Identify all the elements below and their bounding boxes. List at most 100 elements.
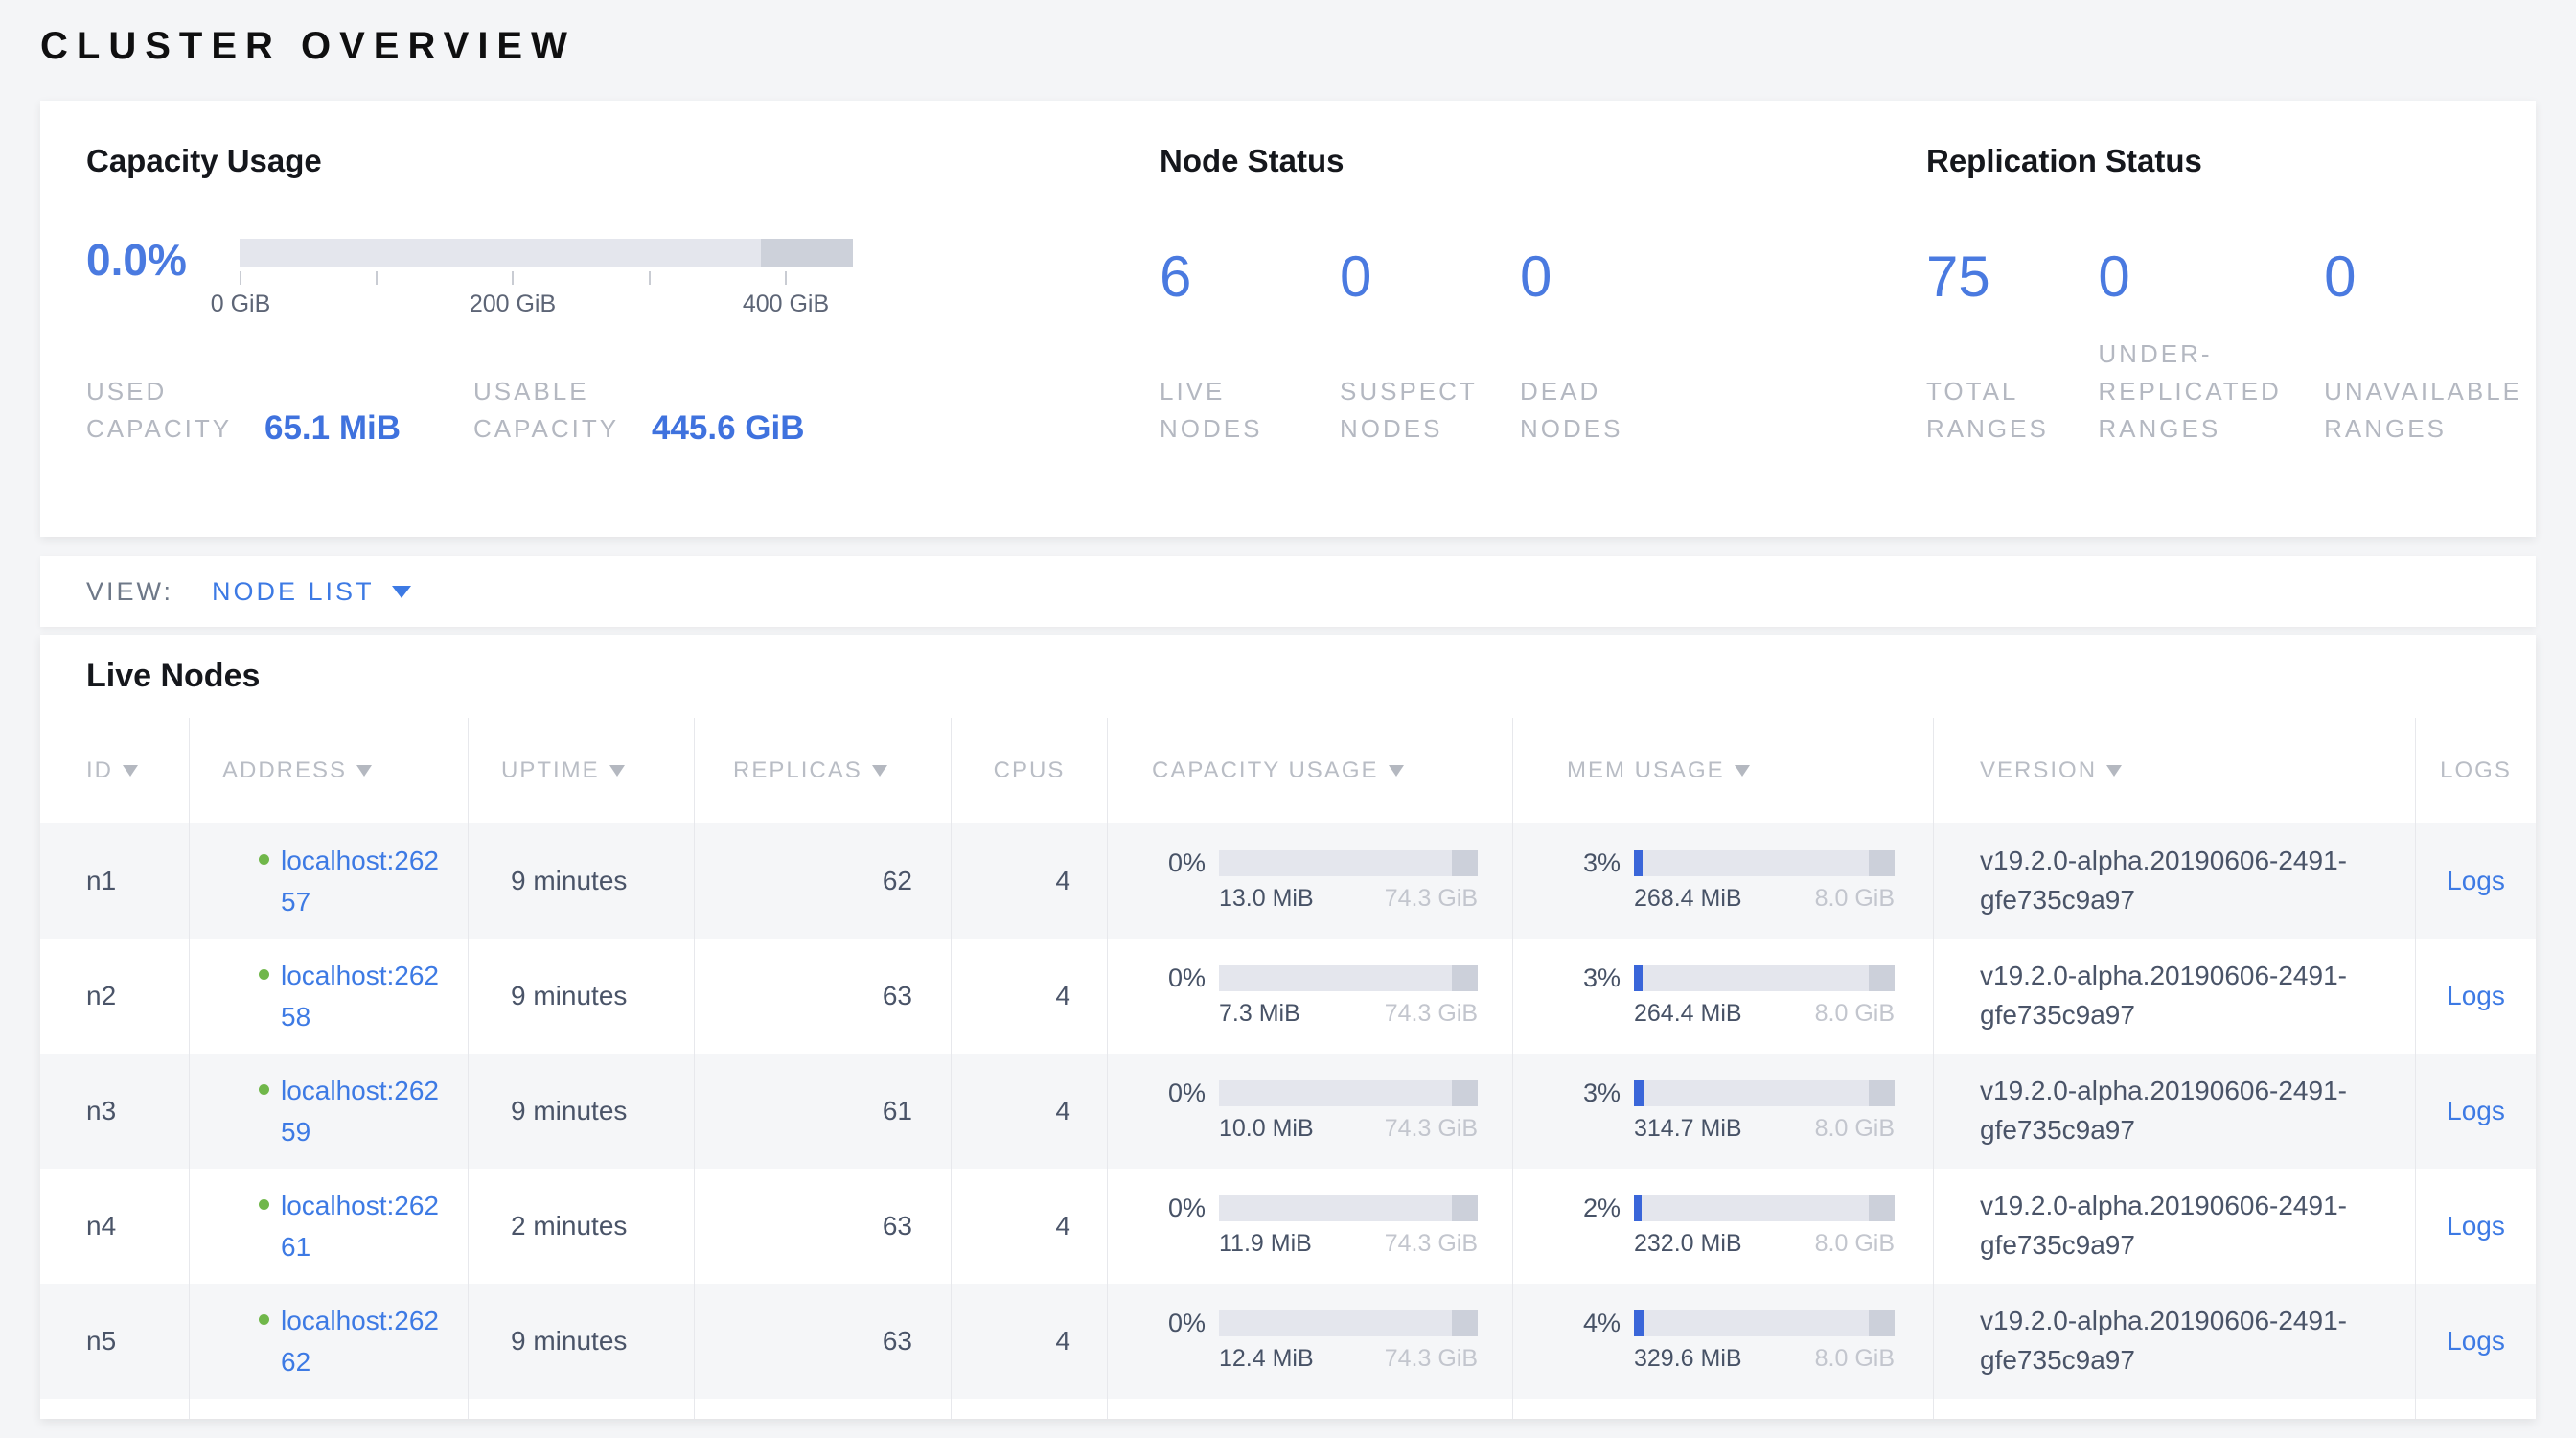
mem-bar-reserved-segment xyxy=(1869,1310,1895,1336)
node-version-cell: v19.2.0-alpha.20190606-2491-gfe735c9a97 xyxy=(1934,1054,2416,1169)
live-nodes-value: 6 xyxy=(1160,248,1294,306)
used-capacity-stat: USED CAPACITY 65.1 MiB xyxy=(86,373,401,448)
sort-arrow-icon xyxy=(123,765,138,777)
node-id: n4 xyxy=(86,1211,116,1241)
mem-percent: 4% xyxy=(1567,1310,1621,1336)
usable-capacity-label: USABLE CAPACITY xyxy=(473,373,634,448)
capacity-max-value: 74.3 GiB xyxy=(1385,885,1478,913)
mem-used-value: 314.7 MiB xyxy=(1634,1115,1742,1143)
column-header-logs: LOGS xyxy=(2416,718,2536,823)
column-header-id[interactable]: ID xyxy=(40,718,190,823)
sort-arrow-icon xyxy=(2106,765,2122,777)
node-logs-cell: Logs xyxy=(2416,823,2536,939)
capacity-usage-bar xyxy=(240,239,853,267)
node-cpus-cell: 4 xyxy=(952,823,1108,939)
capacity-bar-reserved-segment xyxy=(761,239,853,267)
capacity-bar-reserved-segment xyxy=(1452,1310,1478,1336)
sort-arrow-icon xyxy=(1389,765,1404,777)
node-uptime-cell: 2 minutes xyxy=(469,1169,695,1284)
capacity-mini-bar xyxy=(1219,1080,1478,1106)
capacity-mini-bar xyxy=(1219,965,1478,991)
column-header-capacity-usage[interactable]: CAPACITY USAGE xyxy=(1108,718,1513,823)
mem-bar-fill xyxy=(1634,1310,1644,1336)
capacity-percent: 0% xyxy=(1152,1195,1206,1221)
view-label: VIEW: xyxy=(86,577,173,607)
mem-used-value: 268.4 MiB xyxy=(1634,885,1742,913)
node-version-cell: v19.2.0-alpha.20190606-2491-gfe735c9a97 xyxy=(1934,939,2416,1054)
node-id-cell: n5 xyxy=(40,1284,190,1399)
capacity-used-value: 13.0 MiB xyxy=(1219,885,1314,913)
logs-link[interactable]: Logs xyxy=(2447,866,2505,896)
sort-arrow-icon xyxy=(356,765,372,777)
node-id-cell: n4 xyxy=(40,1169,190,1284)
live-nodes-label: LIVE NODES xyxy=(1160,373,1294,448)
mem-max-value: 8.0 GiB xyxy=(1815,885,1895,913)
node-replicas-cell: 63 xyxy=(695,1169,952,1284)
logs-link[interactable]: Logs xyxy=(2447,981,2505,1011)
table-row: n2 localhost:26258 9 minutes 63 4 0% xyxy=(40,939,2536,1054)
axis-label-400: 400 GiB xyxy=(743,290,829,318)
unavailable-ranges-label: UNAVAILABLE RANGES xyxy=(2324,373,2516,448)
capacity-bar-reserved-segment xyxy=(1452,965,1478,991)
table-row: n5 localhost:26262 9 minutes 63 4 0% xyxy=(40,1284,2536,1399)
node-id-cell: n2 xyxy=(40,939,190,1054)
column-header-uptime[interactable]: UPTIME xyxy=(469,718,695,823)
unavailable-ranges-stat: 0 UNAVAILABLE RANGES xyxy=(2324,248,2516,448)
node-address-link[interactable]: localhost:26259 xyxy=(281,1070,446,1152)
live-status-dot-icon xyxy=(259,854,269,865)
mem-usage-cell: 3% 268.4 MiB 8.0 GiB xyxy=(1513,823,1934,939)
mem-usage-cell: 2% 232.0 MiB 8.0 GiB xyxy=(1513,1169,1934,1284)
node-replicas-cell: 63 xyxy=(695,939,952,1054)
column-header-mem-usage[interactable]: MEM USAGE xyxy=(1513,718,1934,823)
column-header-cpus: CPUS xyxy=(952,718,1108,823)
node-cpus-cell: 4 xyxy=(952,939,1108,1054)
mem-max-value: 8.0 GiB xyxy=(1815,1230,1895,1258)
live-nodes-heading: Live Nodes xyxy=(40,635,2536,718)
table-row: n4 localhost:26261 2 minutes 63 4 0% xyxy=(40,1169,2536,1284)
node-address-link[interactable]: localhost:26258 xyxy=(281,955,446,1037)
dead-nodes-label: DEAD NODES xyxy=(1520,373,1654,448)
replication-status-heading: Replication Status xyxy=(1926,143,2562,179)
node-address-link[interactable]: localhost:26261 xyxy=(281,1185,446,1267)
suspect-nodes-stat: 0 SUSPECT NODES xyxy=(1340,248,1474,448)
capacity-percent: 0% xyxy=(1152,850,1206,876)
cluster-overview-page: CLUSTER OVERVIEW Capacity Usage 0.0% xyxy=(0,25,2576,1419)
capacity-used-value: 10.0 MiB xyxy=(1219,1115,1314,1143)
column-header-address[interactable]: ADDRESS xyxy=(190,718,469,823)
view-selector-dropdown[interactable]: NODE LIST xyxy=(212,577,411,607)
logs-link[interactable]: Logs xyxy=(2447,1326,2505,1357)
capacity-percent: 0% xyxy=(1152,1080,1206,1106)
column-header-replicas[interactable]: REPLICAS xyxy=(695,718,952,823)
live-status-dot-icon xyxy=(259,1084,269,1095)
capacity-usage-section: Capacity Usage 0.0% xyxy=(86,143,1160,537)
axis-label-200: 200 GiB xyxy=(470,290,556,318)
mem-percent: 3% xyxy=(1567,965,1621,991)
mem-mini-bar xyxy=(1634,1310,1895,1336)
node-address-link[interactable]: localhost:26257 xyxy=(281,840,446,922)
mem-bar-reserved-segment xyxy=(1869,1080,1895,1106)
capacity-usage-cell: 0% 7.3 MiB 74.3 GiB xyxy=(1108,939,1513,1054)
capacity-max-value: 74.3 GiB xyxy=(1385,1345,1478,1373)
mem-max-value: 8.0 GiB xyxy=(1815,1345,1895,1373)
mem-used-value: 264.4 MiB xyxy=(1634,1000,1742,1028)
table-header-row: ID ADDRESS UPTIME REPLICAS CPUS CAPACITY… xyxy=(40,718,2536,823)
suspect-nodes-value: 0 xyxy=(1340,248,1474,306)
logs-link[interactable]: Logs xyxy=(2447,1211,2505,1241)
node-address-link[interactable]: localhost:26262 xyxy=(281,1300,446,1382)
logs-link[interactable]: Logs xyxy=(2447,1096,2505,1126)
under-replicated-ranges-value: 0 xyxy=(2098,248,2278,306)
column-header-version[interactable]: VERSION xyxy=(1934,718,2416,823)
unavailable-ranges-value: 0 xyxy=(2324,248,2516,306)
mem-bar-fill xyxy=(1634,850,1643,876)
node-cpus-cell: 4 xyxy=(952,1054,1108,1169)
capacity-bar-reserved-segment xyxy=(1452,850,1478,876)
node-address-cell: localhost:26258 xyxy=(190,939,469,1054)
node-logs-cell: Logs xyxy=(2416,1169,2536,1284)
node-replicas-cell: 61 xyxy=(695,1054,952,1169)
mem-mini-bar xyxy=(1634,1195,1895,1221)
capacity-mini-bar xyxy=(1219,1310,1478,1336)
usable-capacity-value: 445.6 GiB xyxy=(652,409,805,448)
capacity-used-value: 12.4 MiB xyxy=(1219,1345,1314,1373)
sort-arrow-icon xyxy=(872,765,887,777)
capacity-percent-value: 0.0% xyxy=(86,239,240,281)
